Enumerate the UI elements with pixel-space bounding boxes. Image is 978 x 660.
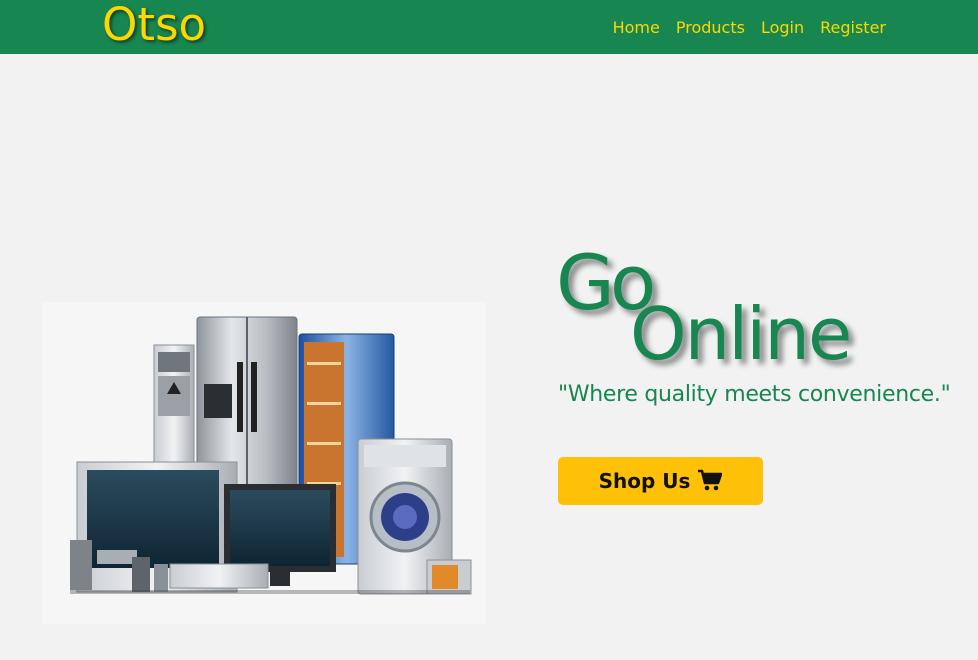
navbar: Otso Home Products Login Register xyxy=(0,0,978,54)
shop-us-button[interactable]: Shop Us xyxy=(558,457,763,505)
hero-tagline: "Where quality meets convenience." xyxy=(558,382,951,407)
home-appliances-image xyxy=(42,302,486,624)
nav-link-home[interactable]: Home xyxy=(613,17,660,37)
nav-link-login[interactable]: Login xyxy=(761,17,804,37)
brand-logo[interactable]: Otso xyxy=(102,0,206,52)
nav-links: Home Products Login Register xyxy=(613,0,886,54)
hero-title-online: Online xyxy=(630,292,852,376)
shop-us-label: Shop Us xyxy=(598,469,691,493)
nav-link-products[interactable]: Products xyxy=(676,17,745,37)
shopping-cart-icon xyxy=(698,469,723,494)
nav-link-register[interactable]: Register xyxy=(820,17,886,37)
